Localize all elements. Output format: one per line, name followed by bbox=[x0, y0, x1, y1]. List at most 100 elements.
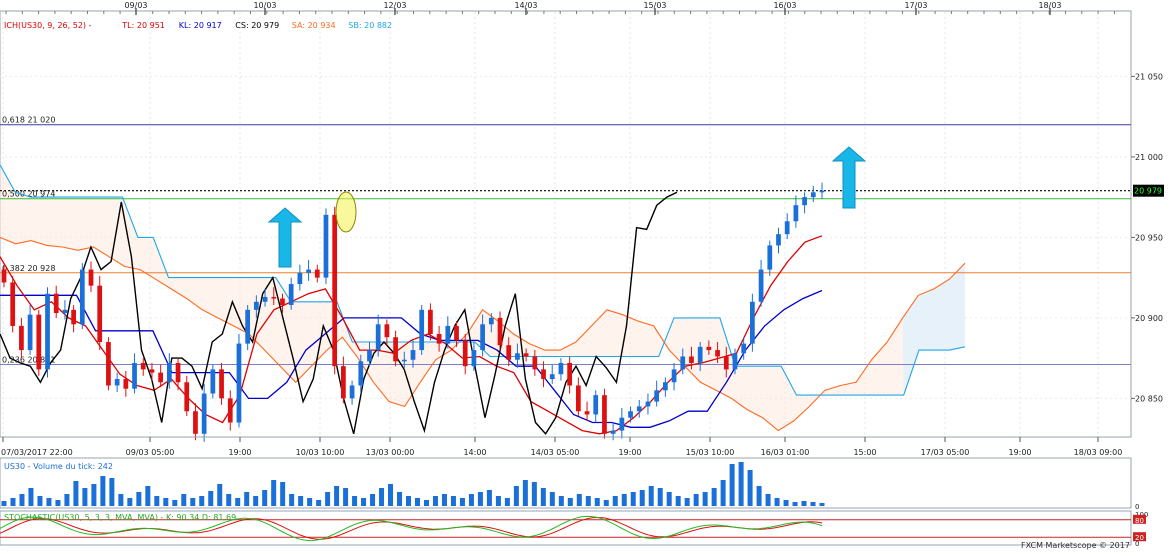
bottom-time-label: 14:00 bbox=[463, 448, 486, 457]
candle-body bbox=[662, 382, 668, 391]
volume-panel: US30 - Volume du tick: 242 0 bbox=[0, 457, 1139, 511]
candle-body bbox=[741, 343, 747, 354]
bottom-time-label: 16/03 01:00 bbox=[761, 448, 810, 457]
volume-bar bbox=[657, 488, 663, 506]
volume-bar bbox=[576, 494, 582, 506]
candle-body bbox=[219, 369, 224, 399]
volume-bar bbox=[145, 486, 151, 506]
stochastic-axis-label: 80 bbox=[1135, 517, 1144, 525]
candle-body bbox=[97, 285, 103, 343]
volume-bar bbox=[630, 492, 636, 506]
volume-bar bbox=[621, 494, 627, 506]
candle-body bbox=[349, 385, 355, 399]
volume-bar bbox=[540, 488, 546, 506]
volume-bar bbox=[388, 484, 394, 506]
candle-body bbox=[515, 353, 520, 360]
candle-body bbox=[384, 324, 390, 338]
candle-body bbox=[253, 301, 259, 310]
volume-bar bbox=[325, 492, 331, 506]
candle-body bbox=[149, 369, 155, 373]
candle-body bbox=[45, 293, 50, 370]
candle-body bbox=[549, 374, 555, 380]
candle-body bbox=[62, 309, 68, 314]
candle-body bbox=[697, 346, 703, 363]
ichimoku-legend-item: SA: 20 934 bbox=[292, 21, 336, 30]
candle-body bbox=[436, 333, 442, 344]
candle-body bbox=[506, 345, 512, 360]
candle-body bbox=[558, 362, 564, 375]
volume-bar bbox=[46, 498, 52, 506]
candle-body bbox=[715, 350, 720, 357]
volume-bar bbox=[801, 501, 807, 506]
volume-bar bbox=[82, 488, 88, 506]
candle-body bbox=[297, 272, 303, 285]
candle-body bbox=[158, 372, 164, 383]
volume-bar bbox=[765, 494, 771, 506]
y-tick-label: 21 000 bbox=[1135, 153, 1163, 162]
candle-body bbox=[488, 317, 494, 325]
volume-bar bbox=[244, 492, 250, 506]
y-tick-label: 20 850 bbox=[1135, 394, 1163, 403]
cloud-fill bbox=[0, 164, 965, 431]
bottom-time-label: 14/03 05:00 bbox=[531, 448, 580, 457]
candle-body bbox=[819, 190, 825, 193]
volume-bar bbox=[1, 501, 7, 506]
volume-bar bbox=[271, 480, 277, 506]
candle-body bbox=[645, 401, 651, 407]
stochastic-panel: STOCHASTIC(US30, 5, 3, 3, MVA, MVA) - K:… bbox=[0, 510, 1148, 548]
fib-level-label: 0,382 20 928 bbox=[2, 264, 55, 273]
ichimoku-legend-item: SB: 20 882 bbox=[348, 21, 392, 30]
volume-bar bbox=[100, 476, 106, 506]
volume-bar bbox=[666, 492, 672, 506]
candle-body bbox=[610, 430, 616, 434]
candle-body bbox=[36, 314, 42, 370]
volume-bar bbox=[64, 494, 70, 506]
candle-body bbox=[71, 309, 76, 325]
fib-level-label: 0,618 21 020 bbox=[2, 116, 55, 125]
candle-body bbox=[114, 379, 120, 386]
volume-bar bbox=[477, 492, 483, 506]
volume-bar bbox=[361, 498, 367, 506]
volume-bar bbox=[738, 462, 744, 506]
bottom-time-label: 13/03 00:00 bbox=[366, 448, 415, 457]
candle-body bbox=[628, 411, 633, 418]
ichimoku-chart[interactable]: 0,618 21 0200,500 20 9740,382 20 9280,23… bbox=[0, 0, 1170, 553]
volume-bar bbox=[10, 498, 16, 506]
candle-body bbox=[332, 214, 338, 367]
volume-bar bbox=[73, 481, 79, 506]
bottom-time-label: 19:00 bbox=[228, 448, 251, 457]
candle-body bbox=[288, 284, 294, 305]
volume-bar bbox=[486, 490, 492, 506]
top-date-label: 16/03 bbox=[773, 1, 796, 10]
candle-body bbox=[10, 282, 16, 326]
candle-body bbox=[271, 296, 277, 299]
volume-bar bbox=[810, 502, 816, 506]
volume-bar bbox=[711, 488, 717, 506]
volume-bar bbox=[370, 494, 376, 506]
volume-bar bbox=[397, 492, 403, 506]
candle-body bbox=[567, 362, 573, 386]
candle-body bbox=[314, 269, 320, 278]
volume-bar bbox=[648, 486, 654, 506]
candle-body bbox=[767, 245, 773, 270]
y-tick-label: 20 900 bbox=[1135, 314, 1163, 323]
axes: 20 850 20 900 20 950 21 000 21 050 20 979 09/0… bbox=[0, 1, 1164, 457]
candle-body bbox=[802, 197, 807, 206]
candle-body bbox=[106, 342, 111, 386]
volume-axis-label: 0 bbox=[1135, 503, 1139, 511]
candle-body bbox=[227, 398, 233, 423]
candle-body bbox=[471, 350, 477, 367]
volume-bar bbox=[406, 496, 412, 506]
volume-bar bbox=[190, 498, 196, 506]
volume-bar bbox=[567, 498, 573, 506]
volume-bar bbox=[28, 488, 34, 506]
volume-bar bbox=[693, 494, 699, 506]
top-date-label: 10/03 bbox=[253, 1, 276, 10]
volume-bar bbox=[450, 496, 456, 506]
volume-bar bbox=[522, 480, 528, 506]
top-date-label: 09/03 bbox=[124, 1, 147, 10]
candle-body bbox=[654, 390, 660, 402]
bottom-time-label: 18/03 09:00 bbox=[1074, 448, 1123, 457]
cloud-fill-bullish bbox=[902, 263, 965, 396]
bottom-time-label: 10/03 10:00 bbox=[296, 448, 345, 457]
